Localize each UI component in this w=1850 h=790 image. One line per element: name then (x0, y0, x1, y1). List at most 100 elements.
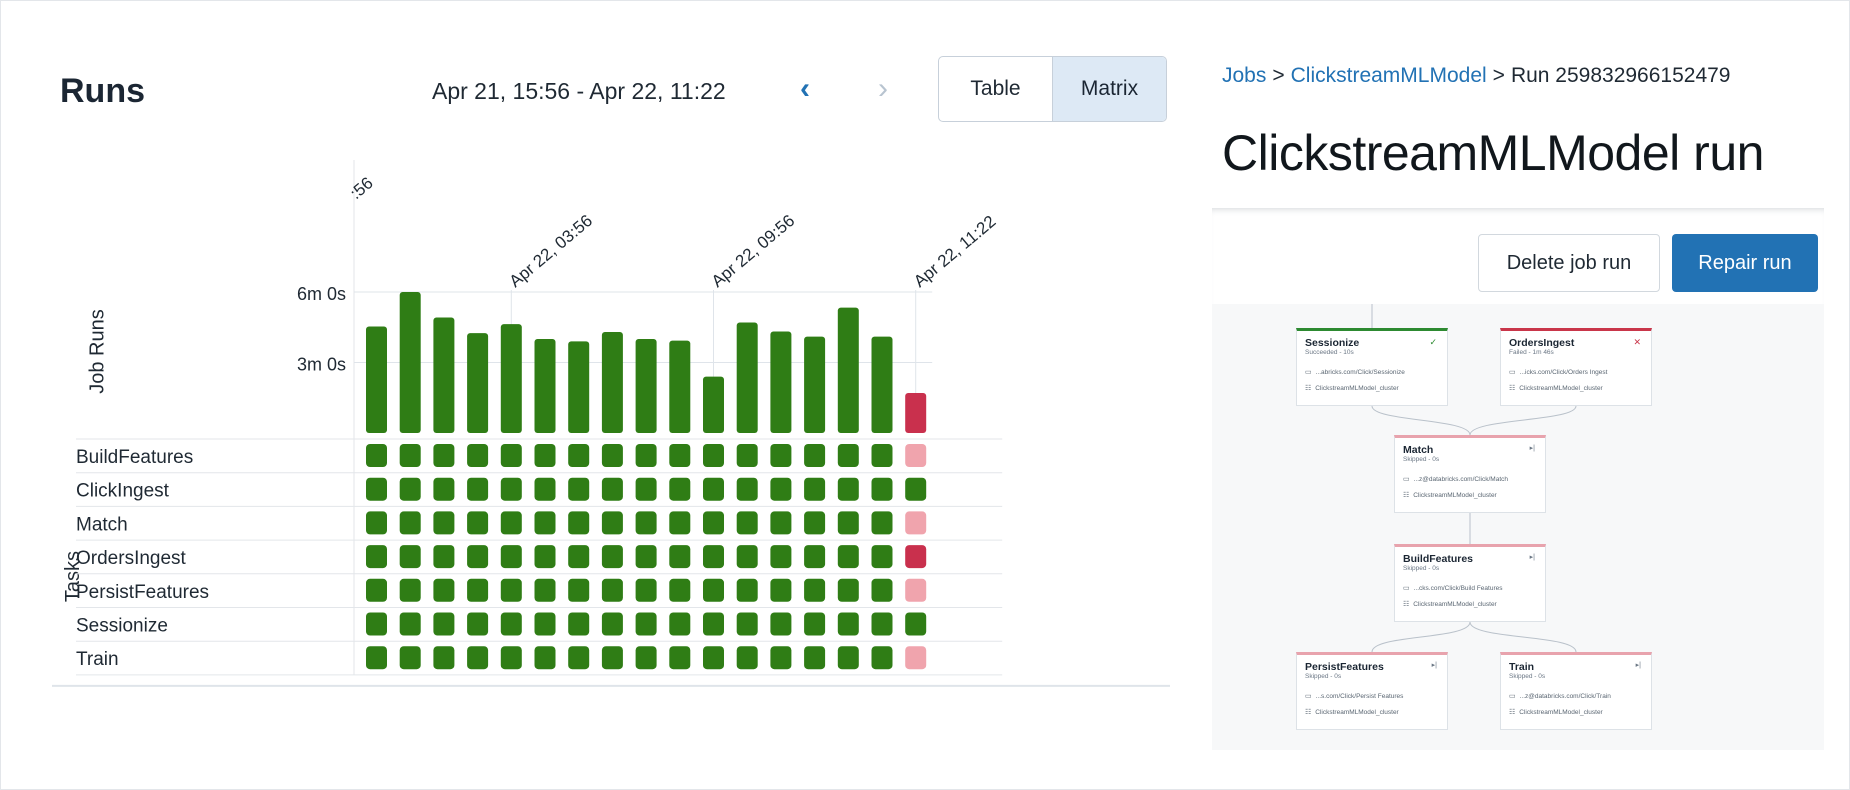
task-status-cell[interactable] (837, 545, 859, 569)
dag-node-ordersingest[interactable]: OrdersIngest Failed - 1m 46s ✕ ▭ ...icks.com… (1500, 328, 1652, 406)
task-status-cell[interactable] (669, 646, 691, 670)
task-status-cell[interactable] (905, 646, 927, 670)
task-status-cell[interactable] (601, 545, 623, 569)
task-status-cell[interactable] (601, 444, 623, 467)
task-status-cell[interactable] (804, 511, 826, 535)
breadcrumb-job-link[interactable]: ClickstreamMLModel (1291, 64, 1487, 87)
task-status-cell[interactable] (736, 545, 758, 569)
task-status-cell[interactable] (736, 511, 758, 535)
task-status-cell[interactable] (635, 511, 657, 535)
task-status-cell[interactable] (467, 545, 489, 569)
dag-node-match[interactable]: Match Skipped - 0s ▸| ▭ ...z@databricks.com/… (1394, 435, 1546, 513)
task-status-cell[interactable] (703, 612, 724, 636)
task-status-cell[interactable] (500, 477, 522, 501)
task-status-cell[interactable] (399, 545, 421, 569)
task-status-cell[interactable] (770, 578, 792, 602)
task-status-cell[interactable] (568, 646, 590, 670)
task-status-cell[interactable] (837, 477, 859, 501)
task-status-cell[interactable] (366, 545, 387, 569)
task-status-cell[interactable] (467, 612, 489, 636)
task-status-cell[interactable] (770, 444, 792, 467)
task-status-cell[interactable] (804, 545, 826, 569)
task-status-cell[interactable] (905, 511, 927, 535)
dag-node-buildfeatures[interactable]: BuildFeatures Skipped - 0s ▸| ▭ ...cks.com/C… (1394, 544, 1546, 622)
task-status-cell[interactable] (669, 578, 691, 602)
task-status-cell[interactable] (669, 511, 691, 535)
task-status-cell[interactable] (433, 646, 455, 670)
task-status-cell[interactable] (703, 477, 724, 501)
task-status-cell[interactable] (669, 444, 691, 467)
task-status-cell[interactable] (433, 545, 455, 569)
matrix-view-button[interactable]: Matrix (1053, 57, 1166, 121)
chevron-right-icon[interactable]: › (868, 74, 898, 108)
task-status-cell[interactable] (703, 578, 724, 602)
task-status-cell[interactable] (871, 545, 893, 569)
task-status-cell[interactable] (905, 444, 927, 467)
task-status-cell[interactable] (534, 477, 556, 501)
task-status-cell[interactable] (871, 612, 893, 636)
task-status-cell[interactable] (467, 578, 489, 602)
breadcrumb-jobs-link[interactable]: Jobs (1222, 64, 1266, 87)
task-status-cell[interactable] (500, 545, 522, 569)
task-status-cell[interactable] (467, 511, 489, 535)
task-status-cell[interactable] (534, 578, 556, 602)
task-status-cell[interactable] (871, 477, 893, 501)
task-status-cell[interactable] (736, 477, 758, 501)
task-status-cell[interactable] (500, 444, 522, 467)
task-status-cell[interactable] (601, 477, 623, 501)
task-status-cell[interactable] (837, 612, 859, 636)
task-status-cell[interactable] (399, 612, 421, 636)
task-status-cell[interactable] (366, 578, 387, 602)
task-status-cell[interactable] (871, 511, 893, 535)
task-status-cell[interactable] (635, 545, 657, 569)
task-status-cell[interactable] (736, 578, 758, 602)
dag-node-train[interactable]: Train Skipped - 0s ▸| ▭ ...z@databricks.com/… (1500, 652, 1652, 730)
task-status-cell[interactable] (534, 646, 556, 670)
task-status-cell[interactable] (837, 511, 859, 535)
task-status-cell[interactable] (770, 511, 792, 535)
task-status-cell[interactable] (399, 511, 421, 535)
task-status-cell[interactable] (534, 612, 556, 636)
task-status-cell[interactable] (635, 646, 657, 670)
task-status-cell[interactable] (669, 612, 691, 636)
task-status-cell[interactable] (837, 578, 859, 602)
task-status-cell[interactable] (467, 477, 489, 501)
task-status-cell[interactable] (703, 646, 724, 670)
task-status-cell[interactable] (366, 511, 387, 535)
task-status-cell[interactable] (905, 612, 927, 636)
task-status-cell[interactable] (905, 578, 927, 602)
task-status-cell[interactable] (905, 545, 927, 569)
task-status-cell[interactable] (399, 578, 421, 602)
task-status-cell[interactable] (568, 477, 590, 501)
task-status-cell[interactable] (770, 646, 792, 670)
task-status-cell[interactable] (601, 511, 623, 535)
task-status-cell[interactable] (433, 612, 455, 636)
task-status-cell[interactable] (467, 646, 489, 670)
task-status-cell[interactable] (871, 578, 893, 602)
task-status-cell[interactable] (703, 511, 724, 535)
task-status-cell[interactable] (635, 612, 657, 636)
task-status-cell[interactable] (601, 612, 623, 636)
task-status-cell[interactable] (399, 646, 421, 670)
task-status-cell[interactable] (804, 578, 826, 602)
task-status-cell[interactable] (635, 477, 657, 501)
task-status-cell[interactable] (568, 511, 590, 535)
task-status-cell[interactable] (500, 646, 522, 670)
task-status-cell[interactable] (433, 444, 455, 467)
task-status-cell[interactable] (804, 477, 826, 501)
task-status-cell[interactable] (804, 646, 826, 670)
task-status-cell[interactable] (534, 511, 556, 535)
task-status-cell[interactable] (601, 646, 623, 670)
task-status-cell[interactable] (770, 545, 792, 569)
task-status-cell[interactable] (601, 578, 623, 602)
task-status-cell[interactable] (736, 646, 758, 670)
task-status-cell[interactable] (871, 444, 893, 467)
task-status-cell[interactable] (366, 444, 387, 467)
repair-run-button[interactable]: Repair run (1672, 234, 1818, 292)
task-status-cell[interactable] (669, 477, 691, 501)
task-status-cell[interactable] (366, 612, 387, 636)
task-status-cell[interactable] (568, 545, 590, 569)
task-status-cell[interactable] (500, 578, 522, 602)
task-status-cell[interactable] (366, 646, 387, 670)
task-status-cell[interactable] (433, 578, 455, 602)
